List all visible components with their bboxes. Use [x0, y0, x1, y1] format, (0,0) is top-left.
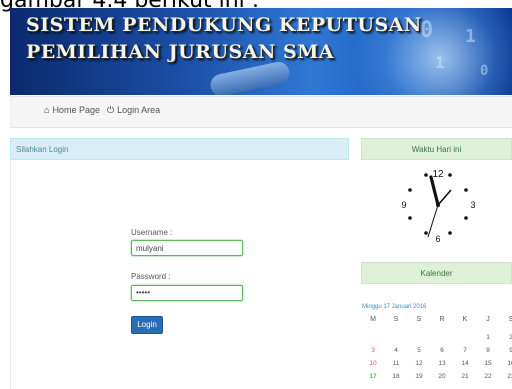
calendar-day[interactable]: 23: [500, 373, 512, 380]
clock-numeral-12: 12: [432, 169, 444, 180]
calendar-day[interactable]: 15: [477, 360, 499, 367]
calendar-day[interactable]: 20: [431, 373, 453, 380]
calendar-day[interactable]: 9: [500, 347, 512, 354]
weekday-label: K: [462, 316, 468, 323]
calendar-day[interactable]: 14: [454, 360, 476, 367]
network-cable-image: [208, 59, 292, 95]
analog-clock: 12 3 6 9: [401, 169, 475, 244]
calendar-weekday-row: M S S R K J S: [362, 316, 512, 327]
calendar-day-today[interactable]: 17: [362, 373, 384, 380]
site-title-line2: PEMILIHAN JURUSAN SMA: [26, 41, 334, 63]
calendar-date-text: Minggu 17 Januari 2016: [362, 304, 427, 310]
calendar-day[interactable]: 3: [362, 347, 384, 354]
calendar-day[interactable]: 6: [431, 347, 453, 354]
clock-numeral-3: 3: [470, 200, 475, 210]
login-panel-heading: Silahkan Login: [10, 138, 349, 160]
clock-hour-hand: [429, 175, 440, 207]
calendar-week-row: 10 11 12 13 14 15 16: [362, 360, 512, 371]
weekday-label: R: [439, 316, 445, 323]
weekday-label: M: [370, 316, 376, 323]
clock-minute-hand: [437, 189, 452, 206]
home-icon: ⌂: [44, 105, 50, 115]
calendar-day[interactable]: 10: [362, 360, 384, 367]
navbar: ⌂ Home Page ⏻ Login Area: [10, 96, 512, 128]
password-input[interactable]: •••••: [131, 285, 243, 301]
banner-digit: 0: [480, 63, 489, 79]
clock-second-hand: [427, 204, 439, 238]
password-label: Password :: [131, 272, 171, 281]
calendar-day[interactable]: 22: [477, 373, 499, 380]
calendar-week-row: 17 18 19 20 21 22 23: [362, 373, 512, 384]
nav-home-link[interactable]: ⌂ Home Page: [44, 105, 100, 115]
calendar-day[interactable]: 4: [385, 347, 407, 354]
calendar-week-row: 1 2: [362, 334, 512, 345]
username-label: Username :: [131, 228, 173, 237]
calendar-day[interactable]: 2: [500, 334, 512, 341]
clock-numeral-9: 9: [401, 200, 406, 210]
nav-login-link[interactable]: ⏻ Login Area: [107, 105, 160, 116]
power-icon: ⏻: [107, 105, 115, 115]
banner-digit: 1: [435, 53, 445, 72]
calendar-day[interactable]: 1: [477, 334, 499, 341]
clock-panel-heading: Waktu Hari ini: [361, 138, 512, 160]
calendar-day[interactable]: 7: [454, 347, 476, 354]
calendar-day[interactable]: 13: [431, 360, 453, 367]
weekday-label: J: [486, 316, 490, 323]
calendar-panel-heading: Kalender: [361, 262, 512, 284]
calendar-week-row: 3 4 5 6 7 8 9: [362, 347, 512, 358]
weekday-label: S: [393, 316, 399, 323]
site-title-line1: SISTEM PENDUKUNG KEPUTUSAN: [26, 14, 422, 36]
calendar-day[interactable]: 5: [408, 347, 430, 354]
clock-numeral-6: 6: [435, 234, 440, 244]
weekday-label: S: [416, 316, 422, 323]
panel-border: [10, 160, 11, 389]
calendar-day[interactable]: 12: [408, 360, 430, 367]
banner-digit: 1: [465, 26, 476, 47]
calendar-day[interactable]: 18: [385, 373, 407, 380]
login-button[interactable]: Login: [131, 316, 163, 334]
calendar-day[interactable]: 16: [500, 360, 512, 367]
weekday-label: S: [508, 316, 512, 323]
calendar-day[interactable]: 11: [385, 360, 407, 367]
username-input[interactable]: [131, 240, 243, 256]
nav-home-label: Home Page: [52, 105, 100, 115]
calendar-day[interactable]: 19: [408, 373, 430, 380]
calendar-day[interactable]: 8: [477, 347, 499, 354]
nav-login-label: Login Area: [117, 105, 161, 115]
calendar-day[interactable]: 21: [454, 373, 476, 380]
header-banner: 0 1 1 0 SISTEM PENDUKUNG KEPUTUSAN PEMIL…: [10, 8, 512, 95]
clock-center: [436, 203, 440, 207]
